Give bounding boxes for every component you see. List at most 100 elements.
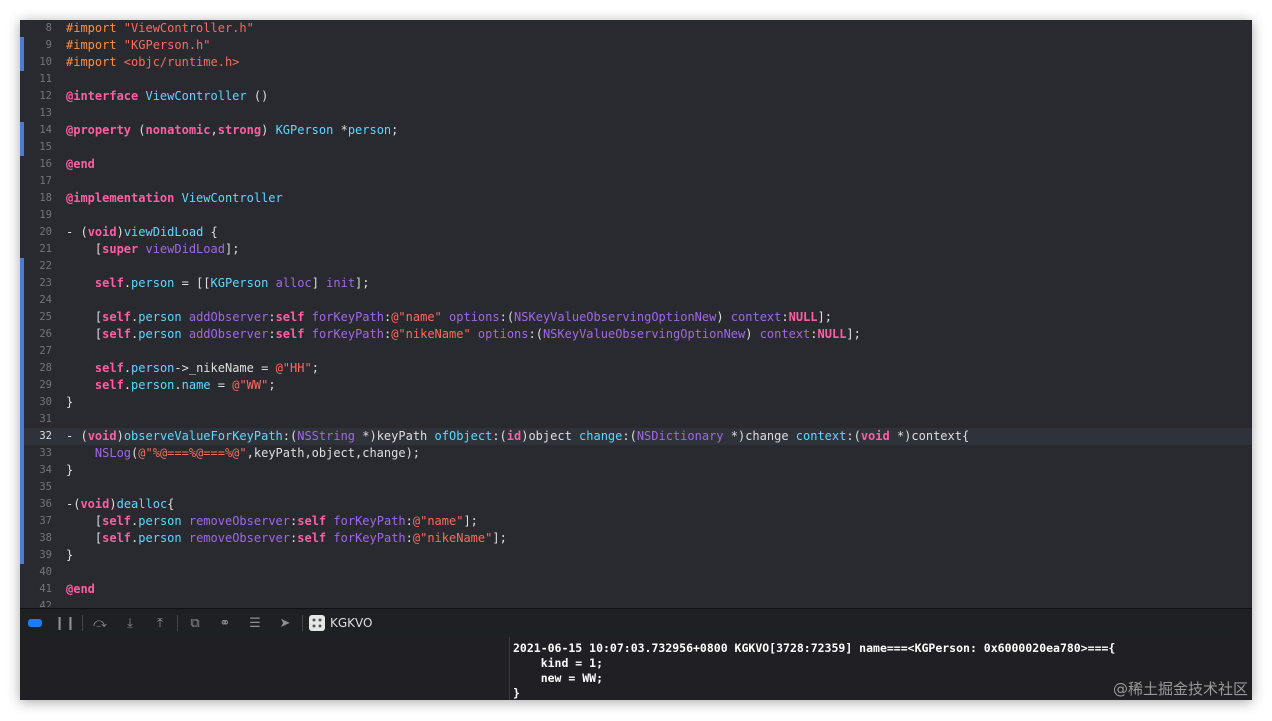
- code-token: self: [102, 514, 132, 528]
- code-line[interactable]: 20 - (void)viewDidLoad {: [20, 224, 1252, 241]
- code-line[interactable]: 27: [20, 343, 1252, 360]
- line-number: 40: [39, 566, 52, 578]
- code-line[interactable]: 12 @interface ViewController (): [20, 88, 1252, 105]
- code-text: @end: [66, 156, 95, 173]
- view-hierarchy-icon[interactable]: ⧉: [180, 609, 210, 637]
- line-number: 39: [39, 549, 52, 561]
- code-token: name: [181, 378, 211, 392]
- code-line[interactable]: 40: [20, 564, 1252, 581]
- step-out-icon[interactable]: ⤒: [145, 609, 175, 637]
- code-line[interactable]: 39}: [20, 547, 1252, 564]
- code-line[interactable]: 28 self.person->_nikeName = @"HH";: [20, 360, 1252, 377]
- console-line: kind = 1;: [513, 656, 604, 670]
- code-line[interactable]: 42: [20, 598, 1252, 607]
- code-line[interactable]: 15: [20, 139, 1252, 156]
- code-line[interactable]: 8 #import "ViewController.h": [20, 20, 1252, 37]
- code-line[interactable]: 10 #import <objc/runtime.h>: [20, 54, 1252, 71]
- code-token: self: [102, 531, 132, 545]
- code-line[interactable]: 30}: [20, 394, 1252, 411]
- code-line[interactable]: 31: [20, 411, 1252, 428]
- code-line[interactable]: 41 @end: [20, 581, 1252, 598]
- code-line[interactable]: 23 self.person = [[KGPerson alloc] init]…: [20, 275, 1252, 292]
- code-text: @interface ViewController (): [66, 88, 268, 105]
- line-number: 29: [39, 379, 52, 391]
- code-token: observeValueForKeyPath: [123, 429, 283, 443]
- pause-icon[interactable]: ❙❙: [50, 609, 80, 637]
- code-line[interactable]: 38 [self.person removeObserver:self forK…: [20, 530, 1252, 547]
- code-token: :: [810, 327, 818, 341]
- code-line[interactable]: 34}: [20, 462, 1252, 479]
- code-line[interactable]: 19: [20, 207, 1252, 224]
- code-token: forKeyPath: [333, 514, 406, 528]
- code-token: person: [138, 531, 182, 545]
- code-line[interactable]: 11: [20, 71, 1252, 88]
- code-token: void: [860, 429, 890, 443]
- code-token: forKeyPath: [311, 310, 384, 324]
- code-token: @end: [66, 582, 95, 596]
- code-editor[interactable]: 8 #import "ViewController.h" 9 #import "KGP…: [20, 20, 1252, 607]
- code-text: -(void)dealloc{: [66, 496, 174, 513]
- code-token: = [[: [174, 276, 211, 290]
- code-line[interactable]: 37 [self.person removeObserver:self forK…: [20, 513, 1252, 530]
- code-token: ): [716, 310, 731, 324]
- step-into-icon[interactable]: ⤓: [115, 609, 145, 637]
- code-line[interactable]: 33 NSLog(@"%@===%@===%@",keyPath,object,…: [20, 445, 1252, 462]
- simulate-location-icon[interactable]: ➤: [270, 609, 300, 637]
- variables-view[interactable]: [20, 637, 509, 700]
- line-number: 32: [39, 430, 52, 442]
- code-line[interactable]: 24: [20, 292, 1252, 309]
- code-token: context: [795, 429, 847, 443]
- code-token: :: [781, 310, 789, 324]
- code-line[interactable]: 13: [20, 105, 1252, 122]
- code-line[interactable]: 14 @property (nonatomic,strong) KGPerson …: [20, 122, 1252, 139]
- code-token: *: [333, 123, 348, 137]
- code-token: {: [167, 497, 175, 511]
- environment-overrides-icon[interactable]: ☰: [240, 609, 270, 637]
- code-line[interactable]: 25 [self.person addObserver:self forKeyP…: [20, 309, 1252, 326]
- scheme-label[interactable]: KGKVO: [330, 616, 372, 630]
- code-token: }: [66, 395, 74, 409]
- code-token: NSLog: [94, 446, 132, 460]
- code-line[interactable]: 21 [super viewDidLoad];: [20, 241, 1252, 258]
- code-line[interactable]: 16 @end: [20, 156, 1252, 173]
- code-text: @end: [66, 581, 95, 598]
- code-token: <objc/runtime.h>: [123, 55, 240, 69]
- breakpoints-toggle-icon[interactable]: [20, 609, 50, 637]
- code-token: ViewController: [145, 89, 247, 103]
- code-token: :: [268, 327, 276, 341]
- step-over-icon[interactable]: ⤼: [85, 609, 115, 637]
- code-text: #import "ViewController.h": [66, 20, 254, 37]
- code-token: person: [138, 327, 182, 341]
- code-token: person: [131, 361, 175, 375]
- code-line[interactable]: 35: [20, 479, 1252, 496]
- code-token: viewDidLoad: [145, 242, 225, 256]
- code-line[interactable]: 9 #import "KGPerson.h": [20, 37, 1252, 54]
- line-number: 26: [39, 328, 52, 340]
- line-number: 12: [39, 90, 52, 102]
- line-number: 34: [39, 464, 52, 476]
- memory-graph-icon[interactable]: ⚭: [210, 609, 240, 637]
- xcode-window: 8 #import "ViewController.h" 9 #import "KGP…: [20, 20, 1252, 700]
- code-text: @property (nonatomic,strong) KGPerson *p…: [66, 122, 398, 139]
- code-line[interactable]: 22: [20, 258, 1252, 275]
- code-line[interactable]: 29 self.person.name = @"WW";: [20, 377, 1252, 394]
- code-line[interactable]: 26 [self.person addObserver:self forKeyP…: [20, 326, 1252, 343]
- line-number: 21: [39, 243, 52, 255]
- code-token: viewDidLoad: [123, 225, 204, 239]
- code-text: }: [66, 462, 73, 479]
- code-line[interactable]: 32- (void)observeValueForKeyPath:(NSStri…: [20, 428, 1252, 445]
- code-token: self: [102, 310, 132, 324]
- code-token: removeObserver: [188, 531, 291, 545]
- code-line[interactable]: 17: [20, 173, 1252, 190]
- code-text: self.person->_nikeName = @"HH";: [66, 360, 319, 377]
- code-token: void: [87, 429, 117, 443]
- code-token: @interface: [66, 89, 146, 103]
- line-number: 23: [39, 277, 52, 289]
- code-token: person: [347, 123, 392, 137]
- code-token: =: [210, 378, 233, 392]
- code-line[interactable]: 18 @implementation ViewController: [20, 190, 1252, 207]
- code-line[interactable]: 36 -(void)dealloc{: [20, 496, 1252, 513]
